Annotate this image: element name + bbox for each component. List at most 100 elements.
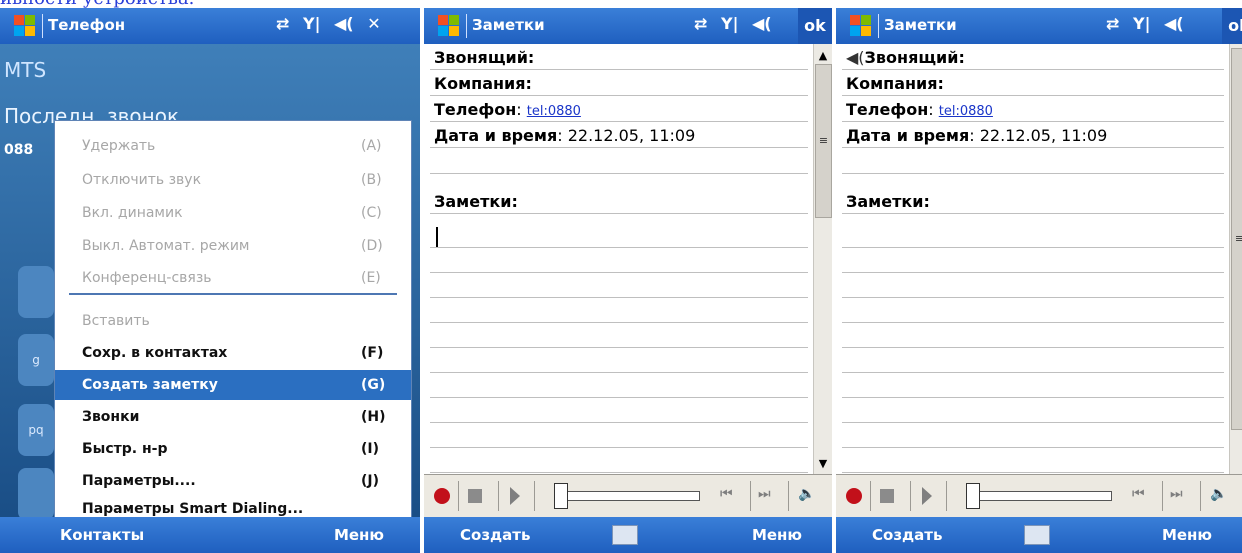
volume-icon[interactable]: 🔈 [1210,486,1227,502]
menu-divider [69,293,397,295]
speaker-icon[interactable]: ◀( [1164,14,1184,33]
windows-logo-icon[interactable] [14,15,36,37]
phone-link[interactable]: tel:0880 [939,104,993,119]
status-icons: ⇄ Y| ◀( [694,14,780,33]
window-title: Заметки [884,16,957,34]
title-separator [878,14,879,38]
vertical-scrollbar[interactable]: ▲ ≡ ▼ [813,44,832,474]
stop-icon[interactable] [880,489,894,503]
menu-item-settings[interactable]: Параметры.... (J) [55,466,411,496]
create-softkey[interactable]: Создать [460,526,530,544]
volume-icon[interactable]: 🔈 [798,486,815,502]
menu-item-speed-dial[interactable]: Быстр. н-р (I) [55,434,411,464]
note-line[interactable] [430,272,808,298]
voice-recorder-bar: ⏮ ⏭ 🔈 [424,474,832,517]
scroll-thumb[interactable]: ≡ [815,64,832,218]
speaker-icon[interactable]: ◀( [334,14,354,33]
notes-label-row: Заметки: [430,188,808,214]
note-line[interactable] [842,297,1224,323]
menu-softkey[interactable]: Меню [1162,526,1212,544]
keyboard-icon[interactable] [612,525,638,545]
stop-icon[interactable] [468,489,482,503]
ok-button[interactable]: ok [1222,8,1242,44]
ok-button[interactable]: ok [798,8,832,44]
operator-name: MTS [4,58,47,82]
title-bar: Заметки ⇄ Y| ◀( ok [836,8,1242,44]
signal-icon[interactable]: Y| [721,14,738,33]
contacts-softkey[interactable]: Контакты [60,526,144,544]
slider-knob[interactable] [554,483,568,509]
note-line[interactable] [430,297,808,323]
note-line[interactable] [842,222,1224,248]
windows-logo-icon[interactable] [438,15,460,37]
menu-item-hold[interactable]: Удержать (A) [55,131,411,161]
note-line[interactable] [842,397,1224,423]
sync-arrows-icon[interactable]: ⇄ [276,14,289,33]
signal-icon[interactable]: Y| [1133,14,1150,33]
scroll-up-arrow-icon[interactable]: ▲ [814,48,832,64]
note-line[interactable] [842,372,1224,398]
keypad-key-g[interactable]: g [18,334,54,386]
menu-softkey[interactable]: Меню [752,526,802,544]
note-line[interactable] [430,447,808,473]
caller-row: Звонящий: [430,44,808,70]
next-track-icon[interactable]: ⏭ [1170,486,1183,502]
note-line[interactable] [430,422,808,448]
record-icon[interactable] [846,488,862,504]
slider-knob[interactable] [966,483,980,509]
status-icons: ⇄ Y| ◀( ✕ [276,14,389,33]
phone-row: Телефон: tel:0880 [842,96,1224,122]
menu-item-save-to-contacts[interactable]: Сохр. в контактах (F) [55,338,411,368]
speaker-icon[interactable]: ◀( [752,14,772,33]
record-icon[interactable] [434,488,450,504]
keypad-key[interactable] [18,266,54,318]
note-line[interactable] [430,247,808,273]
note-line[interactable] [842,247,1224,273]
note-line[interactable] [842,422,1224,448]
sync-arrows-icon[interactable]: ⇄ [694,14,707,33]
menu-item-create-note[interactable]: Создать заметку (G) [55,370,411,400]
note-line[interactable] [430,397,808,423]
keypad-key-pq[interactable]: pq [18,404,54,456]
blank-row [430,148,808,174]
phone-link[interactable]: tel:0880 [527,104,581,119]
close-icon[interactable]: ✕ [367,14,380,33]
menu-item-calls[interactable]: Звонки (H) [55,402,411,432]
softkey-bar: Создать Меню [424,517,832,553]
menu-item-speaker-on[interactable]: Вкл. динамик (C) [55,198,411,228]
playback-slider[interactable] [972,491,1112,501]
voice-note-icon[interactable]: ◀( [846,48,865,67]
play-icon[interactable] [510,487,520,505]
windows-logo-icon[interactable] [850,15,872,37]
menu-softkey[interactable]: Меню [334,526,384,544]
note-line[interactable] [842,447,1224,473]
previous-track-icon[interactable]: ⏮ [720,486,733,502]
next-track-icon[interactable]: ⏭ [758,486,771,502]
note-line[interactable] [430,347,808,373]
note-line[interactable] [842,272,1224,298]
create-softkey[interactable]: Создать [872,526,942,544]
sync-arrows-icon[interactable]: ⇄ [1106,14,1119,33]
divider [910,481,911,511]
keyboard-icon[interactable] [1024,525,1050,545]
note-line[interactable] [842,322,1224,348]
scroll-thumb[interactable]: ≡ [1231,48,1242,430]
divider [870,481,871,511]
scroll-down-arrow-icon[interactable]: ▼ [814,456,832,472]
signal-icon[interactable]: Y| [303,14,320,33]
menu-item-mute[interactable]: Отключить звук (B) [55,165,411,195]
menu-item-conference[interactable]: Конференц-связь (E) [55,263,411,293]
divider [498,481,499,511]
note-line[interactable] [430,222,808,248]
note-line[interactable] [842,347,1224,373]
previous-track-icon[interactable]: ⏮ [1132,486,1145,502]
note-line[interactable] [430,322,808,348]
play-icon[interactable] [922,487,932,505]
vertical-scrollbar[interactable]: ≡ [1229,44,1242,474]
menu-item-auto-mode-off[interactable]: Выкл. Автомат. режим (D) [55,231,411,261]
datetime-row: Дата и время: 22.12.05, 11:09 [842,122,1224,148]
playback-slider[interactable] [560,491,700,501]
keypad-key[interactable] [18,468,54,520]
menu-item-paste[interactable]: Вставить [55,306,411,336]
note-line[interactable] [430,372,808,398]
